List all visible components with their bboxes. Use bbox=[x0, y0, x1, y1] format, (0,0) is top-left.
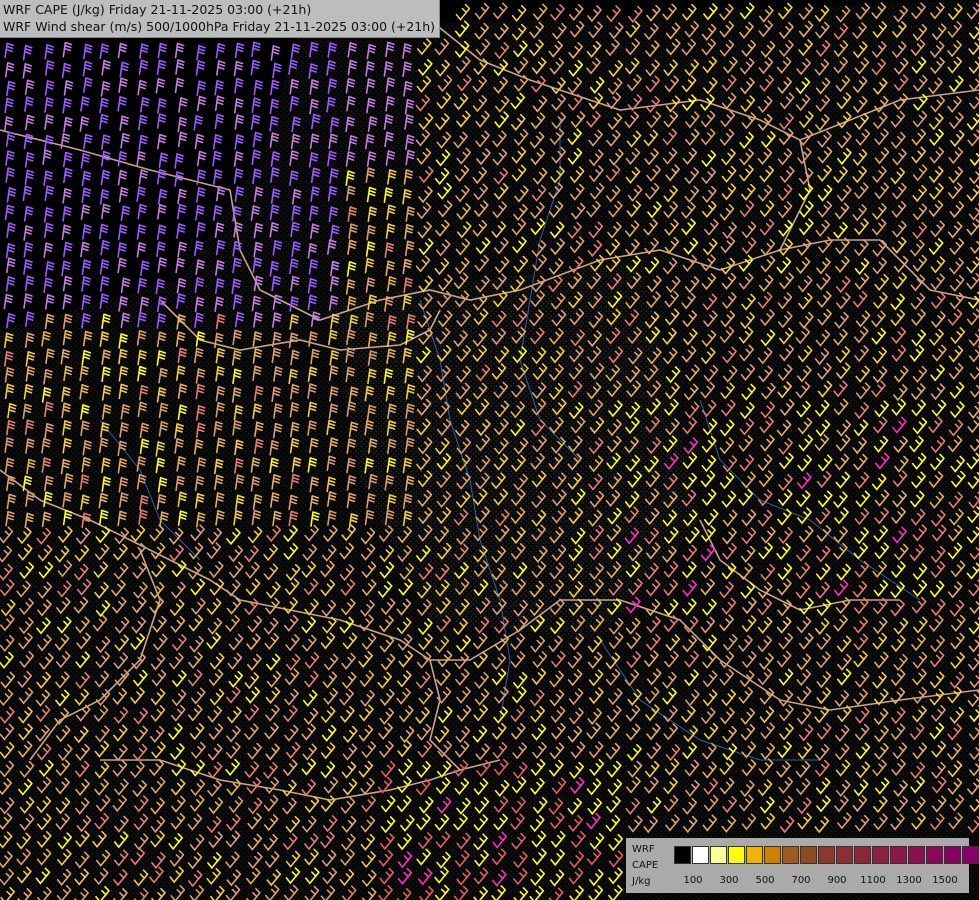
title-cape: WRF CAPE (J/kg) Friday 21-11-2025 03:00 … bbox=[3, 2, 312, 17]
legend-swatch bbox=[800, 846, 817, 864]
map-title-box: WRF CAPE (J/kg) Friday 21-11-2025 03:00 … bbox=[0, 0, 441, 38]
wind-shear-cape-map bbox=[0, 0, 979, 900]
legend-tick-label: 1500 bbox=[932, 875, 958, 886]
legend-label-cape: CAPE bbox=[632, 860, 659, 871]
legend-swatch bbox=[890, 846, 907, 864]
legend-swatch bbox=[674, 846, 691, 864]
legend-swatch bbox=[962, 846, 979, 864]
legend-label-units: J/kg bbox=[632, 876, 651, 887]
legend-swatch bbox=[836, 846, 853, 864]
legend-tick-label: 700 bbox=[791, 875, 811, 886]
legend-tick-label: 500 bbox=[755, 875, 775, 886]
legend-swatch bbox=[872, 846, 889, 864]
legend-swatch bbox=[710, 846, 727, 864]
legend-swatch bbox=[746, 846, 763, 864]
legend-swatch bbox=[854, 846, 871, 864]
legend-tick-label: 300 bbox=[719, 875, 739, 886]
legend-label-wrf: WRF bbox=[632, 844, 655, 855]
legend-tick-label: 900 bbox=[827, 875, 847, 886]
legend-tick-label: 1100 bbox=[860, 875, 886, 886]
legend-swatch bbox=[764, 846, 781, 864]
legend-swatch bbox=[782, 846, 799, 864]
legend-tick-label: 100 bbox=[683, 875, 703, 886]
legend-swatch bbox=[692, 846, 709, 864]
cape-legend: WRF CAPE J/kg 100 300 500 700 900 1100 1300 150… bbox=[626, 838, 979, 893]
legend-swatch bbox=[926, 846, 943, 864]
legend-swatch bbox=[908, 846, 925, 864]
legend-swatch bbox=[818, 846, 835, 864]
legend-tick-label: 1300 bbox=[896, 875, 922, 886]
legend-swatch bbox=[944, 846, 961, 864]
title-wind-shear: WRF Wind shear (m/s) 500/1000hPa Friday … bbox=[3, 19, 436, 34]
legend-swatch bbox=[728, 846, 745, 864]
